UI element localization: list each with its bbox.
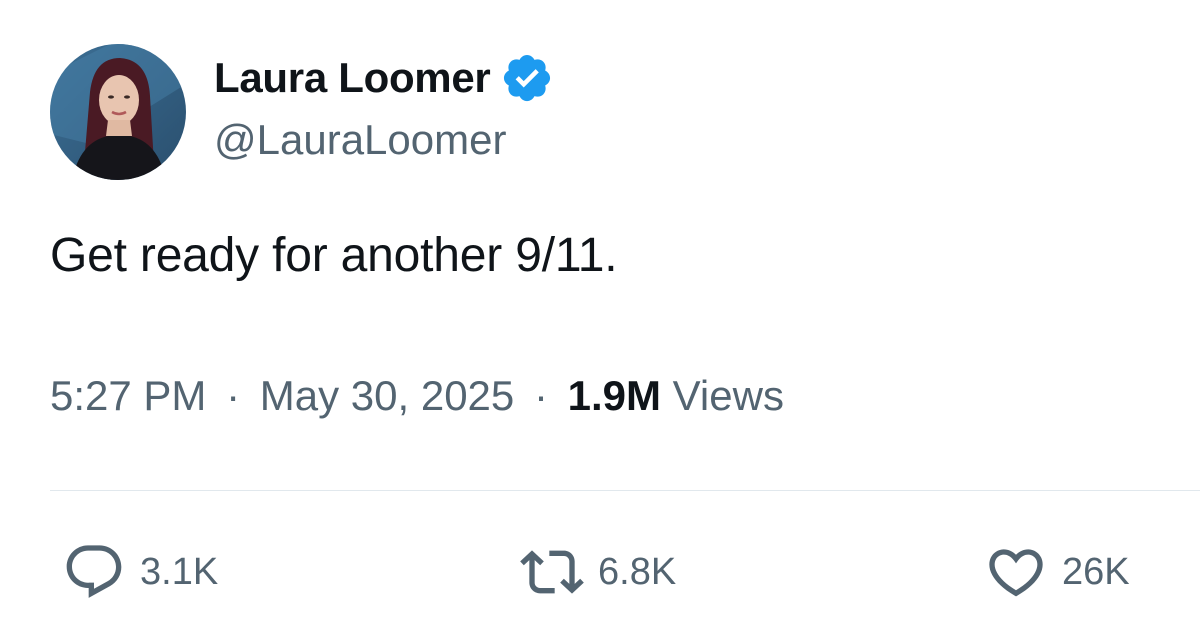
verified-badge-icon[interactable] (500, 51, 554, 105)
meta-separator: · (226, 372, 241, 419)
author-name-row: Laura Loomer (214, 48, 554, 108)
retweet-icon (520, 540, 584, 604)
avatar-image (50, 44, 186, 180)
retweet-button[interactable]: 6.8K (520, 540, 676, 604)
divider (50, 490, 1200, 491)
views-label: Views (672, 372, 784, 419)
tweet-metadata: 5:27 PM · May 30, 2025 · 1.9M Views (50, 372, 784, 420)
display-name[interactable]: Laura Loomer (214, 54, 491, 102)
tweet-text: Get ready for another 9/11. (50, 229, 618, 282)
tweet-card: Laura Loomer @LauraLoomer Get ready for … (0, 0, 1200, 640)
meta-separator: · (533, 372, 548, 419)
like-button[interactable]: 26K (984, 540, 1130, 604)
views-count: 1.9M (567, 372, 661, 419)
retweet-count: 6.8K (598, 550, 677, 593)
like-count: 26K (1062, 550, 1130, 593)
tweet-time[interactable]: 5:27 PM (50, 372, 206, 419)
tweet-date[interactable]: May 30, 2025 (260, 372, 515, 419)
reply-bubble-icon (62, 540, 126, 604)
avatar[interactable] (50, 44, 186, 180)
reply-button[interactable]: 3.1K (62, 540, 218, 604)
reply-count: 3.1K (140, 550, 219, 593)
author-handle[interactable]: @LauraLoomer (214, 116, 506, 164)
heart-icon (984, 540, 1048, 604)
